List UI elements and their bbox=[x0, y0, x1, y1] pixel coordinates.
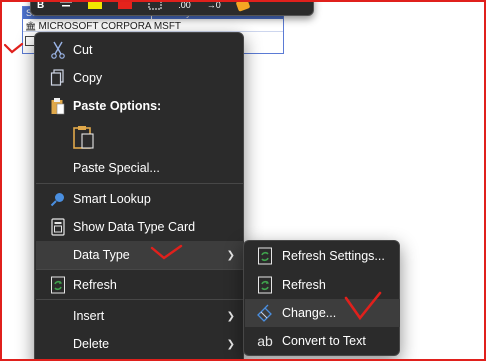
refresh-icon bbox=[48, 275, 68, 295]
scissors-icon bbox=[48, 40, 68, 60]
bold-button[interactable]: B bbox=[37, 0, 44, 14]
menu-item-label: Show Data Type Card bbox=[73, 220, 196, 234]
submenu-item-label: Convert to Text bbox=[282, 334, 366, 348]
menu-item-cut[interactable]: Cut bbox=[36, 36, 244, 64]
menu-item-label: Smart Lookup bbox=[73, 192, 151, 206]
clipboard-icon bbox=[73, 126, 94, 149]
menu-separator bbox=[36, 183, 244, 184]
menu-item-label: Copy bbox=[73, 71, 103, 85]
menu-item-label: Cut bbox=[73, 43, 93, 57]
menu-item-refresh[interactable]: Refresh bbox=[36, 271, 244, 299]
menu-item-label: Paste Options: bbox=[73, 99, 162, 113]
chevron-right-icon: ❯ bbox=[226, 310, 235, 322]
change-icon bbox=[255, 303, 275, 323]
paste-icon bbox=[48, 96, 68, 116]
font-color-swatch bbox=[118, 1, 133, 9]
menu-item-paste-options: Paste Options: bbox=[36, 92, 244, 120]
refresh-settings-icon bbox=[255, 246, 275, 266]
menu-item-paste-special[interactable]: Paste Special... bbox=[36, 154, 244, 182]
borders-icon bbox=[148, 0, 162, 10]
submenu-item-label: Change... bbox=[282, 306, 337, 320]
annotation-check-mark-1 bbox=[4, 42, 24, 54]
submenu-item-convert-to-text[interactable]: ab Convert to Text bbox=[245, 327, 400, 355]
highlight-color-button[interactable] bbox=[88, 0, 103, 14]
context-menu: Cut Copy Paste Options: Paste Special...… bbox=[34, 32, 244, 361]
stock-data-type-icon: 🏛 bbox=[25, 21, 37, 31]
menu-item-delete[interactable]: Delete ❯ bbox=[36, 330, 244, 358]
copy-icon bbox=[48, 68, 68, 88]
paste-option-keep-formatting-button[interactable] bbox=[73, 125, 95, 149]
menu-item-label: Delete bbox=[73, 337, 110, 351]
borders-button[interactable] bbox=[148, 0, 162, 14]
menu-item-insert[interactable]: Insert ❯ bbox=[36, 302, 244, 330]
submenu-item-change[interactable]: Change... bbox=[245, 299, 400, 327]
align-icon bbox=[60, 1, 73, 7]
data-card-icon bbox=[48, 217, 68, 237]
menu-item-copy[interactable]: Copy bbox=[36, 64, 244, 92]
align-center-button[interactable] bbox=[60, 0, 73, 14]
chevron-right-icon: ❯ bbox=[226, 338, 235, 350]
menu-item-label: Data Type bbox=[73, 248, 130, 262]
menu-separator bbox=[36, 299, 244, 300]
menu-item-label: Paste Special... bbox=[73, 161, 160, 175]
submenu-item-label: Refresh bbox=[282, 278, 326, 292]
menu-separator bbox=[36, 269, 244, 270]
submenu-item-refresh[interactable]: Refresh bbox=[245, 271, 400, 299]
submenu-item-refresh-settings[interactable]: Refresh Settings... bbox=[245, 242, 400, 270]
menu-item-show-data-type-card[interactable]: Show Data Type Card bbox=[36, 213, 244, 241]
increase-decimal-button[interactable]: .00 bbox=[178, 0, 191, 14]
submenu-item-label: Refresh Settings... bbox=[282, 249, 385, 263]
menu-item-data-type[interactable]: Data Type ❯ bbox=[36, 241, 244, 269]
chevron-right-icon: ❯ bbox=[226, 249, 235, 261]
format-painter-button[interactable] bbox=[235, 0, 251, 14]
data-type-submenu: Refresh Settings... Refresh Change... ab… bbox=[243, 240, 400, 356]
refresh-icon bbox=[255, 275, 275, 295]
menu-item-label: Refresh bbox=[73, 278, 117, 292]
text-icon: ab bbox=[257, 333, 273, 349]
highlight-color-swatch bbox=[88, 1, 103, 9]
mini-formatting-toolbar: B .00 →0 bbox=[30, 0, 314, 16]
search-icon bbox=[48, 189, 68, 209]
menu-item-smart-lookup[interactable]: Smart Lookup bbox=[36, 185, 244, 213]
menu-item-label: Insert bbox=[73, 309, 105, 323]
paintbrush-icon bbox=[235, 0, 251, 12]
font-color-button[interactable] bbox=[118, 0, 133, 14]
decrease-decimal-button[interactable]: →0 bbox=[207, 0, 221, 14]
